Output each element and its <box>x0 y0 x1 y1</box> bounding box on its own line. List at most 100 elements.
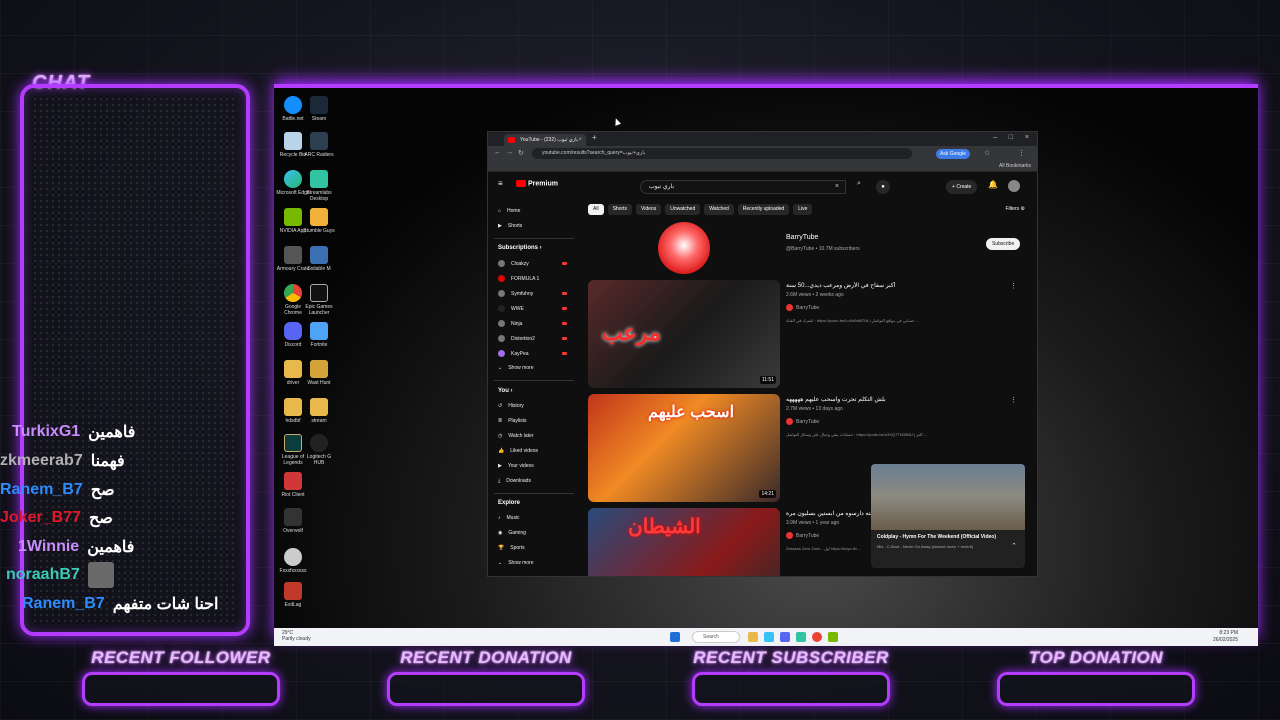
chrome-icon[interactable] <box>812 632 822 642</box>
desktop-icon-steam[interactable]: Steam <box>302 96 336 122</box>
hamburger-icon[interactable]: ≡ <box>498 179 503 188</box>
youtube-logo[interactable]: Premium <box>516 180 558 187</box>
subscriptions-heading[interactable]: Subscriptions › <box>498 245 542 251</box>
avatar[interactable] <box>1008 180 1020 192</box>
desktop-icon-stream[interactable]: stream <box>302 398 336 424</box>
sidebar-item-downloads[interactable]: ⤓ Downloads <box>498 478 531 484</box>
minimize-button[interactable]: – <box>993 134 997 141</box>
chip-unwatched[interactable]: Unwatched <box>665 204 701 215</box>
video-title[interactable]: بلش التكلم تحرت واسحب عليهم هههههه <box>786 396 996 403</box>
sidebar-item-shorts[interactable]: ▶ Shorts <box>498 223 522 229</box>
star-icon[interactable]: ☆ <box>984 149 990 157</box>
menu-icon[interactable]: ⋮ <box>1018 149 1025 157</box>
sidebar-item-history[interactable]: ↺ History <box>498 403 524 409</box>
search-icon[interactable]: ⌕ <box>850 180 868 194</box>
forward-button[interactable]: → <box>506 149 513 156</box>
browser-tab[interactable]: YouTube - باري تيوب (232) × <box>504 134 586 146</box>
video-channel[interactable]: BarryTube <box>786 532 819 539</box>
desktop-icon-overwolf[interactable]: Overwolf <box>276 508 310 534</box>
armoury-crate-icon <box>284 246 302 264</box>
chrome-icon <box>284 284 302 302</box>
all-bookmarks[interactable]: All Bookmarks <box>999 163 1031 169</box>
thumbnail-text: الشيطان <box>628 516 701 538</box>
desktop-icon-wast-hunt[interactable]: Wast Hunt <box>302 360 336 386</box>
desktop-icon-epic-games[interactable]: Epic Games Launcher <box>302 284 336 316</box>
sidebar-item-subscription[interactable]: Symfuhny <box>498 290 567 297</box>
chevron-up-icon[interactable]: ⌃ <box>1011 542 1017 550</box>
video-result[interactable]: مرعب 11:51 أكبر سفاح في الأرض ومرعب ديدي… <box>588 280 1017 388</box>
channel-avatar[interactable] <box>658 222 710 274</box>
close-icon[interactable]: × <box>578 134 582 146</box>
show-more-button[interactable]: ⌄ Show more <box>498 560 534 566</box>
ask-google-button[interactable]: Ask Google <box>936 149 970 159</box>
back-button[interactable]: ← <box>494 149 501 156</box>
more-options-icon[interactable]: ⋮ <box>1010 282 1017 290</box>
microphone-icon[interactable]: ● <box>876 180 890 194</box>
channel-icon <box>498 335 505 342</box>
filters-button[interactable]: Filters ⚙ <box>1006 206 1026 212</box>
desktop-icon-streamlabs[interactable]: Streamlabs Desktop <box>302 170 336 202</box>
chat-username: Ranem_B7 <box>22 595 105 612</box>
weather-widget[interactable]: 29°C Partly cloudy <box>282 630 311 642</box>
sidebar-item-playlists[interactable]: ≣ Playlists <box>498 418 527 424</box>
chip-recently-uploaded[interactable]: Recently uploaded <box>737 204 790 215</box>
you-heading[interactable]: You › <box>498 388 513 394</box>
nvidia-icon[interactable] <box>828 632 838 642</box>
desktop-icon-exitlag[interactable]: ExitLag <box>276 582 310 608</box>
video-thumbnail[interactable]: اسحب عليهم 14:21 <box>588 394 780 502</box>
channel-name[interactable]: BarryTube <box>786 234 818 241</box>
video-channel[interactable]: BarryTube <box>786 418 819 425</box>
desktop-icon-stumble-guys[interactable]: Stumble Guys <box>302 208 336 234</box>
chip-shorts[interactable]: Shorts <box>607 204 633 215</box>
search-input[interactable]: باري تيوب × <box>640 180 846 194</box>
desktop-icon-logitech[interactable]: Logitech G HUB <box>302 434 336 466</box>
more-options-icon[interactable]: ⋮ <box>1010 396 1017 404</box>
create-button[interactable]: + Create <box>946 180 978 194</box>
sidebar-item-liked-videos[interactable]: 👍 Liked videos <box>498 448 538 454</box>
video-thumbnail[interactable]: مرعب 11:51 <box>588 280 780 388</box>
video-title[interactable]: أكبر سفاح في الأرض ومرعب ديدي...50 سنة <box>786 282 996 289</box>
subscribe-button[interactable]: Subscribe <box>986 238 1021 250</box>
miniplayer-video[interactable] <box>871 464 1025 530</box>
chip-live[interactable]: Live <box>793 204 813 215</box>
clear-search-icon[interactable]: × <box>835 181 839 193</box>
reload-button[interactable]: ↻ <box>518 149 524 157</box>
video-duration: 11:51 <box>759 376 776 384</box>
sidebar-item-sports[interactable]: 🏆 Sports <box>498 545 525 551</box>
sidebar-item-gaming[interactable]: ◉ Gaming <box>498 530 526 536</box>
taskbar-search[interactable]: Search <box>692 631 740 643</box>
chip-all[interactable]: All <box>588 204 604 215</box>
video-thumbnail[interactable]: الشيطان <box>588 508 780 576</box>
new-tab-button[interactable]: + <box>592 133 597 142</box>
desktop-icon-fortnite[interactable]: Fortnite <box>302 322 336 348</box>
start-icon[interactable] <box>670 632 680 642</box>
discord-icon[interactable] <box>780 632 790 642</box>
show-more-button[interactable]: ⌄ Show more <box>498 365 534 371</box>
sidebar-item-subscription[interactable]: WWE <box>498 305 567 312</box>
desktop-icon-soilable[interactable]: Soilable M <box>302 246 336 272</box>
sidebar-item-subscription[interactable]: Cloakzy <box>498 260 567 267</box>
sidebar-item-subscription[interactable]: KayPea <box>498 350 567 357</box>
desktop-icon-riot-client[interactable]: Riot Client <box>276 472 310 498</box>
desktop-icon-file[interactable]: Fxxxfxxxsss <box>276 548 310 574</box>
sidebar-item-your-videos[interactable]: ▶ Your videos <box>498 463 534 469</box>
chip-videos[interactable]: Videos <box>636 204 662 215</box>
miniplayer[interactable]: Coldplay - Hymn For The Weekend (Officia… <box>871 464 1025 568</box>
clock[interactable]: 8:23 PM 26/02/2025 <box>1213 630 1238 644</box>
maximize-button[interactable]: □ <box>1009 134 1013 141</box>
sidebar-item-home[interactable]: ⌂ Home <box>498 208 520 214</box>
streamlabs-icon[interactable] <box>796 632 806 642</box>
video-channel[interactable]: BarryTube <box>786 304 819 311</box>
notifications-icon[interactable]: 🔔 <box>988 180 998 189</box>
close-window-button[interactable]: × <box>1025 134 1029 141</box>
url-input[interactable]: youtube.com/results?search_query=باري+تي… <box>532 148 912 159</box>
sidebar-item-subscription[interactable]: Distortion2 <box>498 335 567 342</box>
file-explorer-icon[interactable] <box>748 632 758 642</box>
sidebar-item-subscription[interactable]: Ninja <box>498 320 567 327</box>
desktop-icon-arc-raiders[interactable]: ARC Raiders <box>302 132 336 158</box>
chip-watched[interactable]: Watched <box>704 204 734 215</box>
sidebar-item-watch-later[interactable]: ◷ Watch later <box>498 433 533 439</box>
edge-icon[interactable] <box>764 632 774 642</box>
sidebar-item-subscription[interactable]: FORMULA 1 <box>498 275 539 282</box>
sidebar-item-music[interactable]: ♪ Music <box>498 515 520 521</box>
